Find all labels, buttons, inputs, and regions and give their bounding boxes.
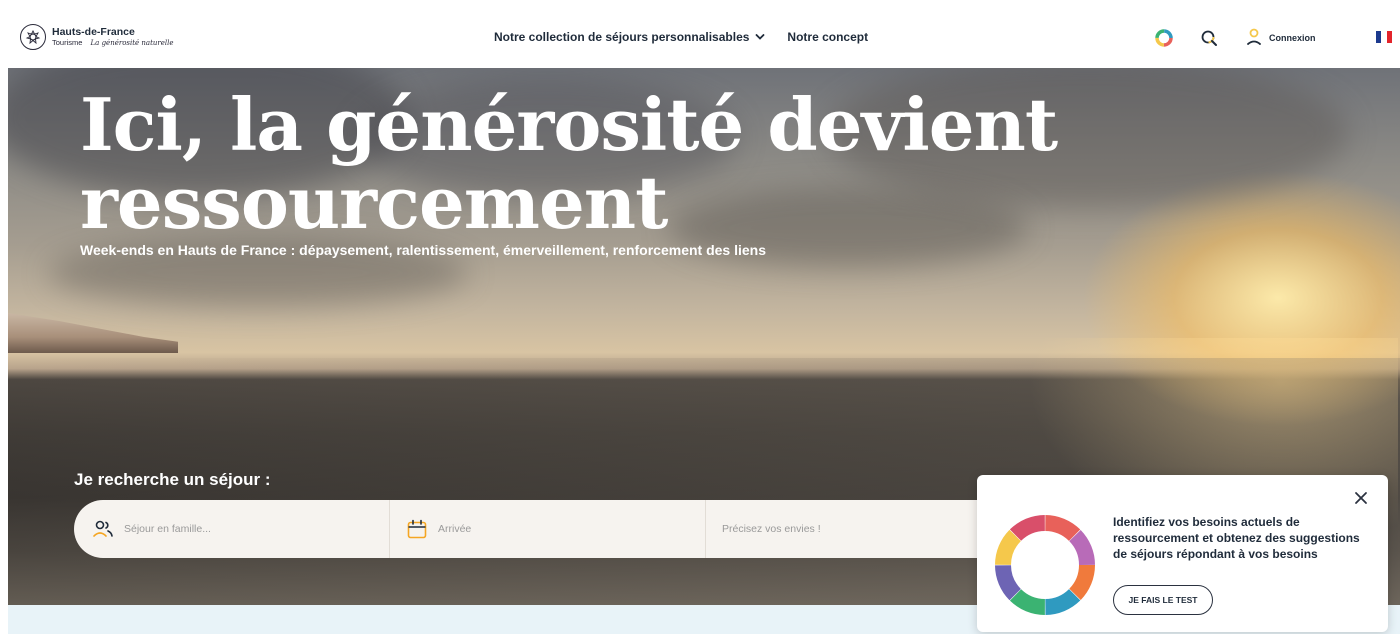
logo-slogan: La générosité naturelle <box>90 39 174 48</box>
site-header: Hauts-de-France Tourisme La générosité n… <box>0 0 1400 68</box>
test-popup: Identifiez vos besoins actuels de ressou… <box>977 475 1388 632</box>
take-test-button[interactable]: JE FAIS LE TEST <box>1113 585 1213 615</box>
donut-segment <box>995 515 1095 615</box>
donut-segment <box>995 515 1095 615</box>
search-field-placeholder: Précisez vos envies ! <box>722 523 821 535</box>
calendar-icon <box>407 519 427 539</box>
logo-name: Hauts-de-France <box>52 25 135 38</box>
donut-segment <box>995 515 1095 615</box>
donut-segment <box>995 515 1095 615</box>
search-field-placeholder: Arrivée <box>438 523 472 535</box>
logo-sub: Tourisme <box>52 38 83 48</box>
site-logo[interactable]: Hauts-de-France Tourisme La générosité n… <box>20 24 174 50</box>
needs-donut-icon <box>995 515 1095 615</box>
search-bar: Séjour en famille... Arrivée Précisez vo… <box>74 500 1074 558</box>
main-nav: Notre collection de séjours personnalisa… <box>494 30 868 44</box>
donut-segment <box>995 515 1095 615</box>
french-flag-icon[interactable] <box>1376 31 1392 43</box>
popup-message: Identifiez vos besoins actuels de ressou… <box>1113 515 1360 561</box>
nav-item-concept[interactable]: Notre concept <box>787 30 868 44</box>
login-link[interactable]: Connexion <box>1269 33 1316 43</box>
donut-segment <box>995 515 1095 615</box>
search-icon[interactable] <box>1200 29 1218 47</box>
hero-subline: Week-ends en Hauts de France : dépayseme… <box>80 242 766 258</box>
group-icon <box>93 520 113 537</box>
chevron-down-icon <box>756 34 765 40</box>
donut-segment <box>995 515 1095 615</box>
color-ring-icon[interactable] <box>1154 28 1174 48</box>
close-icon[interactable] <box>1354 491 1368 505</box>
nav-item-label: Notre collection de séjours personnalisa… <box>494 30 750 44</box>
donut-segment <box>995 515 1095 615</box>
search-field-arrival[interactable]: Arrivée <box>390 500 706 558</box>
search-field-placeholder: Séjour en famille... <box>124 523 211 535</box>
cliff-shape <box>8 313 178 353</box>
logo-emblem-icon <box>20 24 46 50</box>
nav-item-collection[interactable]: Notre collection de séjours personnalisa… <box>494 30 765 44</box>
user-icon[interactable] <box>1246 28 1262 46</box>
search-title: Je recherche un séjour : <box>74 470 271 489</box>
search-field-traveller[interactable]: Séjour en famille... <box>74 500 390 558</box>
nav-item-label: Notre concept <box>787 30 869 44</box>
hero-headline: Ici, la générosité devient ressourcement <box>80 82 1058 245</box>
